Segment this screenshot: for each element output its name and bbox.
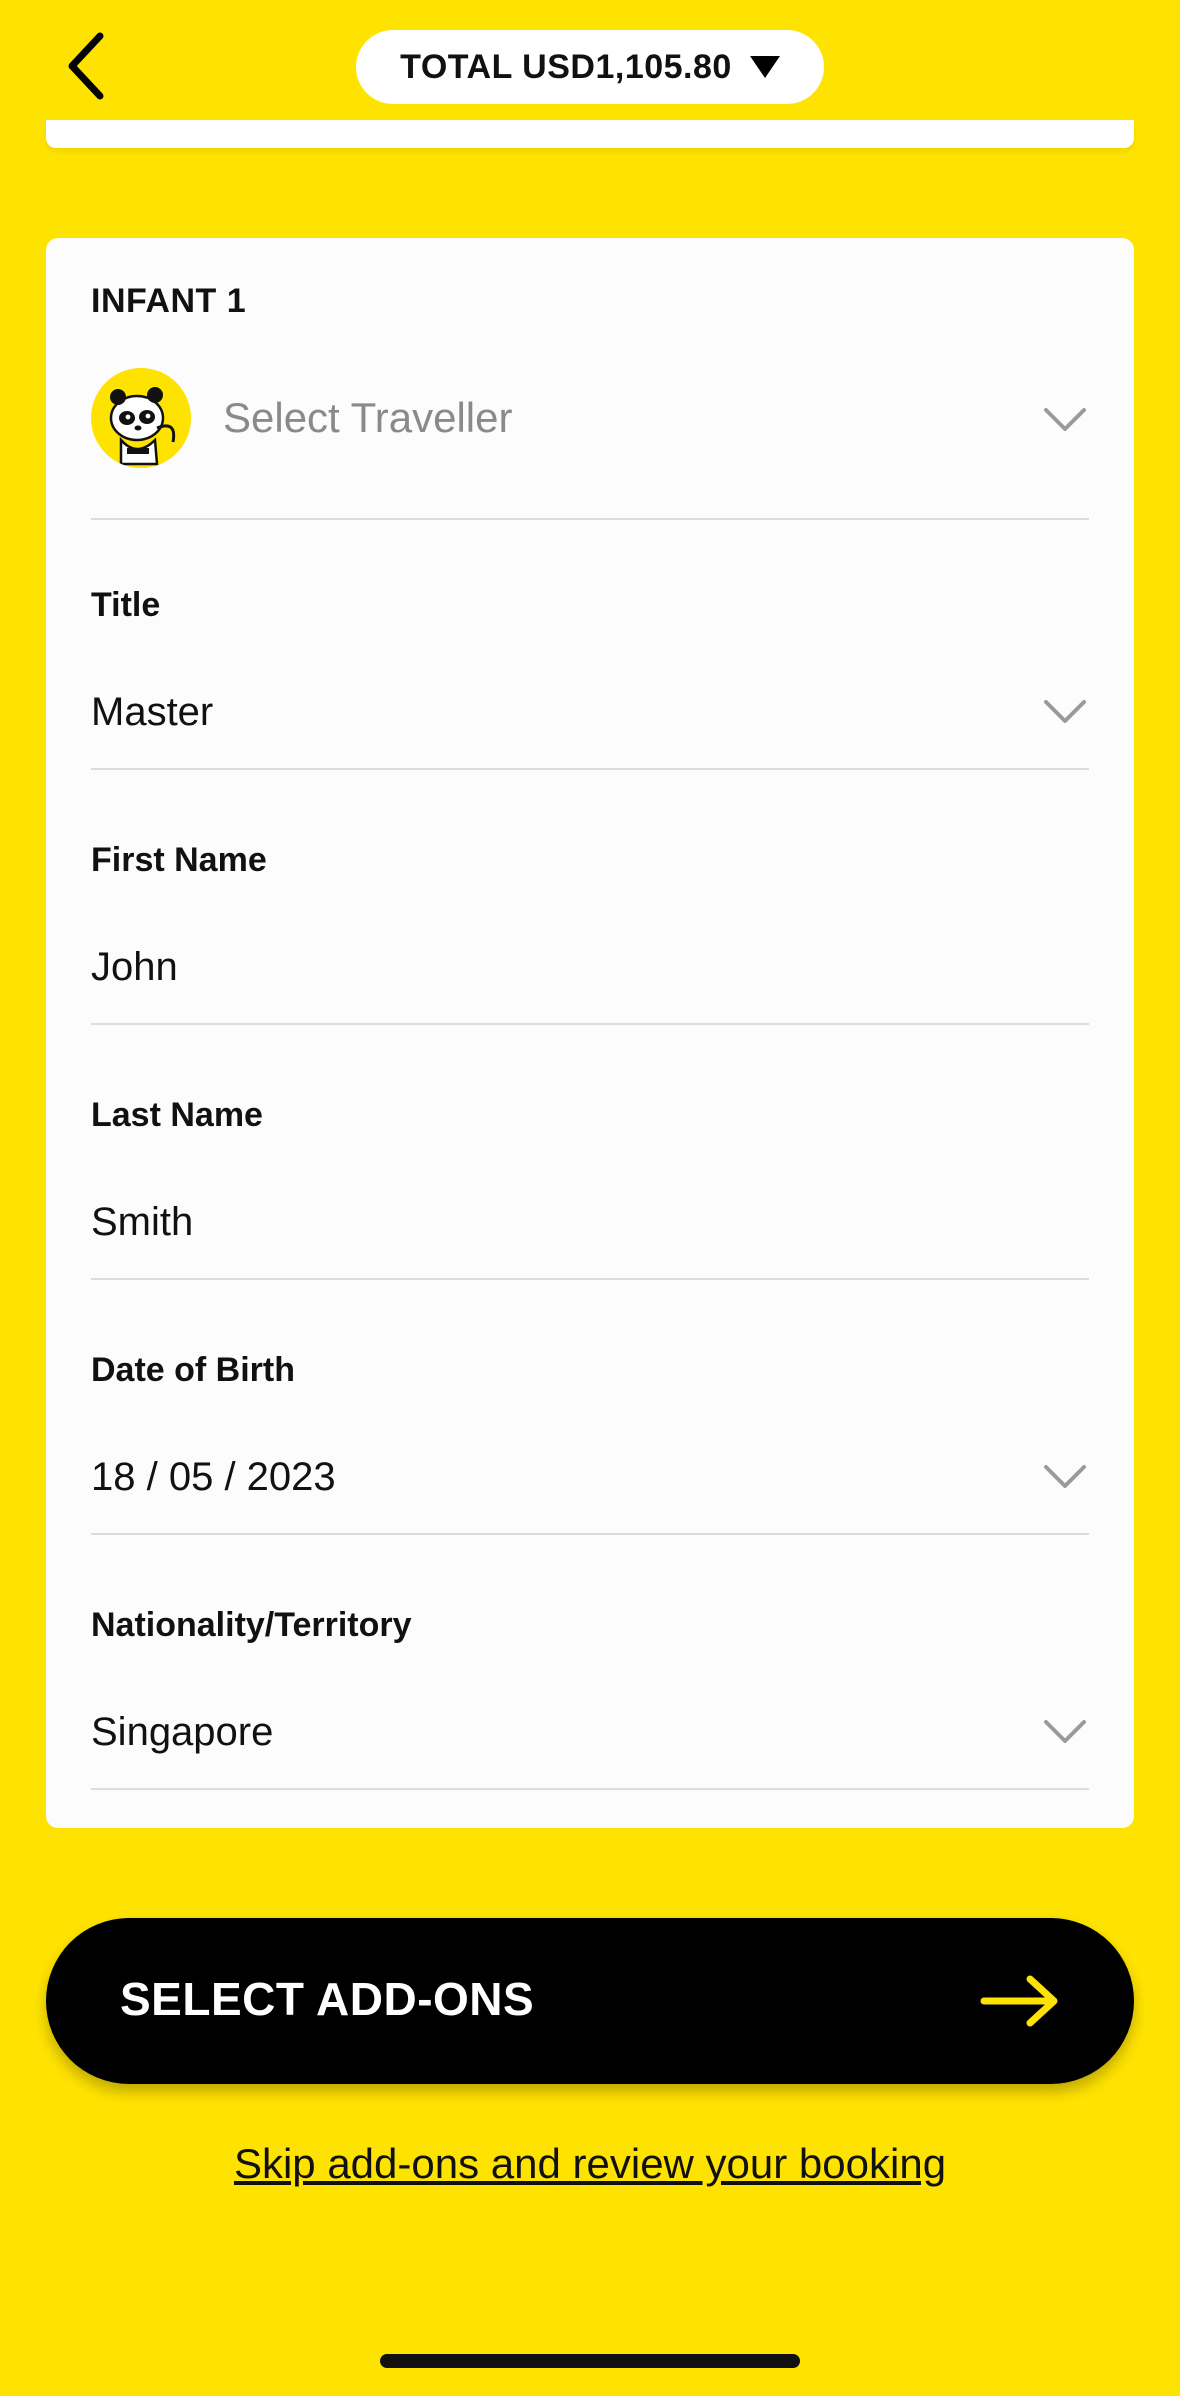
chevron-down-icon xyxy=(1044,1465,1086,1488)
chevron-down-icon xyxy=(1044,1720,1086,1743)
title-value: Master xyxy=(91,690,214,734)
first-name-label: First Name xyxy=(91,841,267,879)
last-name-label: Last Name xyxy=(91,1096,263,1134)
back-button[interactable] xyxy=(56,28,116,104)
select-add-ons-label: SELECT ADD-ONS xyxy=(120,1973,535,2025)
infant-details-card: INFANT 1 Select Traveller Title Master F… xyxy=(46,238,1134,1828)
total-price-label: TOTAL USD1,105.80 xyxy=(400,47,732,86)
caret-down-icon xyxy=(749,56,780,78)
last-name-value: Smith xyxy=(91,1200,194,1244)
chevron-down-icon xyxy=(1044,700,1086,723)
chevron-down-icon xyxy=(1044,408,1086,431)
back-chevron-icon xyxy=(68,32,104,100)
arrow-right-icon xyxy=(980,1975,1058,2027)
infant-section-title: INFANT 1 xyxy=(91,282,247,320)
date-of-birth-value: 18 / 05 / 2023 xyxy=(91,1455,336,1499)
title-select[interactable]: Master xyxy=(91,654,1089,770)
passenger-details-screen: TOTAL USD1,105.80 INFANT 1 Select Travel… xyxy=(0,0,1180,2396)
date-of-birth-label: Date of Birth xyxy=(91,1351,295,1389)
select-traveller-dropdown[interactable]: Select Traveller xyxy=(91,368,1089,520)
last-name-field: Last Name Smith xyxy=(91,1096,1089,1351)
total-price-button[interactable]: TOTAL USD1,105.80 xyxy=(356,30,824,104)
previous-card-edge xyxy=(46,120,1134,148)
date-of-birth-picker[interactable]: 18 / 05 / 2023 xyxy=(91,1419,1089,1535)
last-name-input[interactable]: Smith xyxy=(91,1164,1089,1280)
select-traveller-placeholder: Select Traveller xyxy=(223,394,513,441)
first-name-value: John xyxy=(91,945,178,989)
nationality-label: Nationality/Territory xyxy=(91,1606,412,1644)
nationality-field: Nationality/Territory Singapore xyxy=(91,1606,1089,1861)
panda-mascot-icon xyxy=(91,368,191,468)
select-add-ons-button[interactable]: SELECT ADD-ONS xyxy=(46,1918,1134,2084)
nationality-select[interactable]: Singapore xyxy=(91,1674,1089,1790)
date-of-birth-field: Date of Birth 18 / 05 / 2023 xyxy=(91,1351,1089,1606)
first-name-input[interactable]: John xyxy=(91,909,1089,1025)
title-label: Title xyxy=(91,586,161,624)
home-indicator[interactable] xyxy=(380,2354,800,2368)
title-field: Title Master xyxy=(91,586,1089,841)
nationality-value: Singapore xyxy=(91,1710,274,1754)
skip-add-ons-link[interactable]: Skip add-ons and review your booking xyxy=(0,2140,1180,2188)
first-name-field: First Name John xyxy=(91,841,1089,1096)
